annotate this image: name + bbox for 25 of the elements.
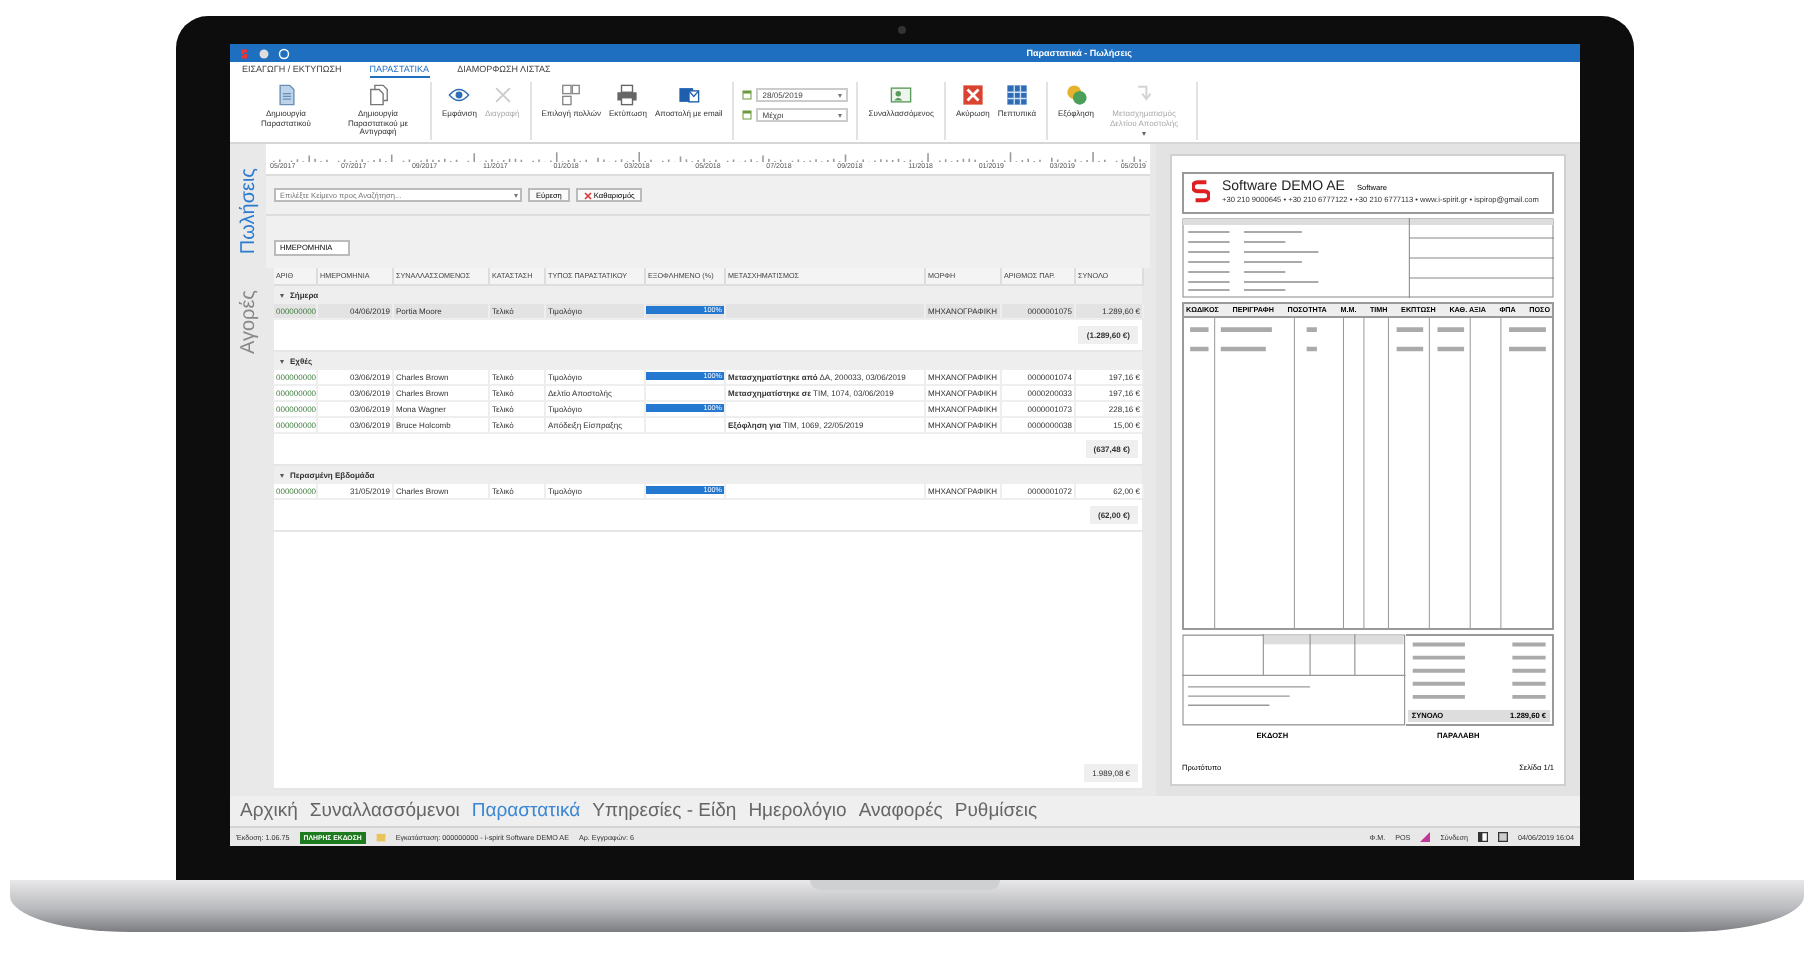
camera-icon — [898, 26, 906, 34]
nav-link[interactable]: Συναλλασσόμενοι — [307, 800, 462, 822]
side-tab[interactable]: Πωλήσεις — [237, 164, 259, 259]
app-logo-icon — [238, 47, 250, 59]
folder-icon — [375, 832, 386, 842]
nav-link[interactable]: Αρχική — [238, 800, 300, 822]
nav-link[interactable]: Υπηρεσίες - Είδη — [590, 800, 739, 822]
calendar-icon — [742, 110, 753, 120]
layout-icon[interactable] — [1498, 832, 1509, 842]
coins-icon — [1065, 84, 1088, 106]
calendar-icon — [742, 90, 753, 100]
layout-icon[interactable] — [1478, 832, 1489, 842]
dropdown-caret-icon[interactable] — [514, 193, 518, 197]
document-icon — [275, 84, 297, 106]
grid-icon — [1005, 84, 1028, 106]
nav-link[interactable]: Ρυθμίσεις — [952, 800, 1040, 822]
contact-card-icon — [890, 84, 913, 106]
caret-icon — [1142, 132, 1147, 137]
transform-arrow-icon — [1133, 84, 1156, 106]
nav-link[interactable]: Αναφορές — [856, 800, 945, 822]
company-logo-icon — [1192, 180, 1210, 206]
clear-icon — [583, 191, 592, 199]
signal-icon — [1420, 832, 1431, 842]
delete-icon — [491, 84, 514, 106]
nav-link[interactable]: Ημερολόγιο — [746, 800, 849, 822]
